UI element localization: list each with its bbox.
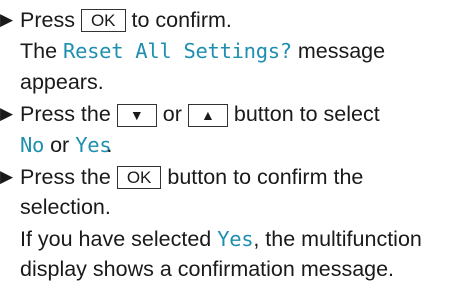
step-bullet-icon: ▶ — [0, 104, 14, 123]
text: If you have selected — [20, 227, 212, 251]
step-1-line-1: Press OK to confirm. — [20, 7, 232, 33]
text: Press the — [20, 165, 111, 189]
step-1-line-3: appears. — [20, 69, 104, 95]
text: or — [162, 102, 182, 126]
step-3-line-1: Press the OK button to confirm the — [20, 164, 363, 190]
text: button to select — [233, 102, 380, 126]
option-no: No — [20, 133, 45, 157]
text: appears. — [20, 70, 104, 94]
instruction-text: ▶ Press OK to confirm. The Reset All Set… — [0, 0, 461, 285]
text: Press the — [20, 102, 111, 126]
step-1-line-2: The Reset All Settings? message — [20, 38, 385, 64]
text: button to confirm the — [167, 165, 364, 189]
text: display shows a confirmation message. — [20, 257, 395, 281]
ok-key: OK — [116, 166, 162, 189]
ok-key: OK — [80, 9, 126, 32]
text: The — [20, 39, 58, 63]
step-bullet-icon: ▶ — [0, 10, 14, 29]
text: message — [297, 39, 386, 63]
text: , the multifunction — [253, 227, 422, 251]
option-yes: Yes — [217, 227, 254, 251]
text: or — [50, 133, 70, 157]
step-2-line-1: Press the ▼ or ▲ button to select — [20, 101, 380, 127]
display-message: Reset All Settings? — [63, 39, 292, 63]
step-3-line-4: display shows a confirmation message. — [20, 256, 394, 282]
text: to confirm. — [131, 8, 232, 32]
step-2-line-2: No or Yes. — [20, 132, 112, 158]
step-3-line-3: If you have selected Yes, the multifunct… — [20, 226, 422, 252]
step-3-line-2: selection. — [20, 194, 111, 220]
step-bullet-icon: ▶ — [0, 167, 14, 186]
down-arrow-key: ▼ — [116, 104, 157, 127]
up-arrow-key: ▲ — [187, 104, 228, 127]
text: . — [106, 133, 113, 157]
text: selection. — [20, 195, 111, 219]
text: Press — [20, 8, 75, 32]
